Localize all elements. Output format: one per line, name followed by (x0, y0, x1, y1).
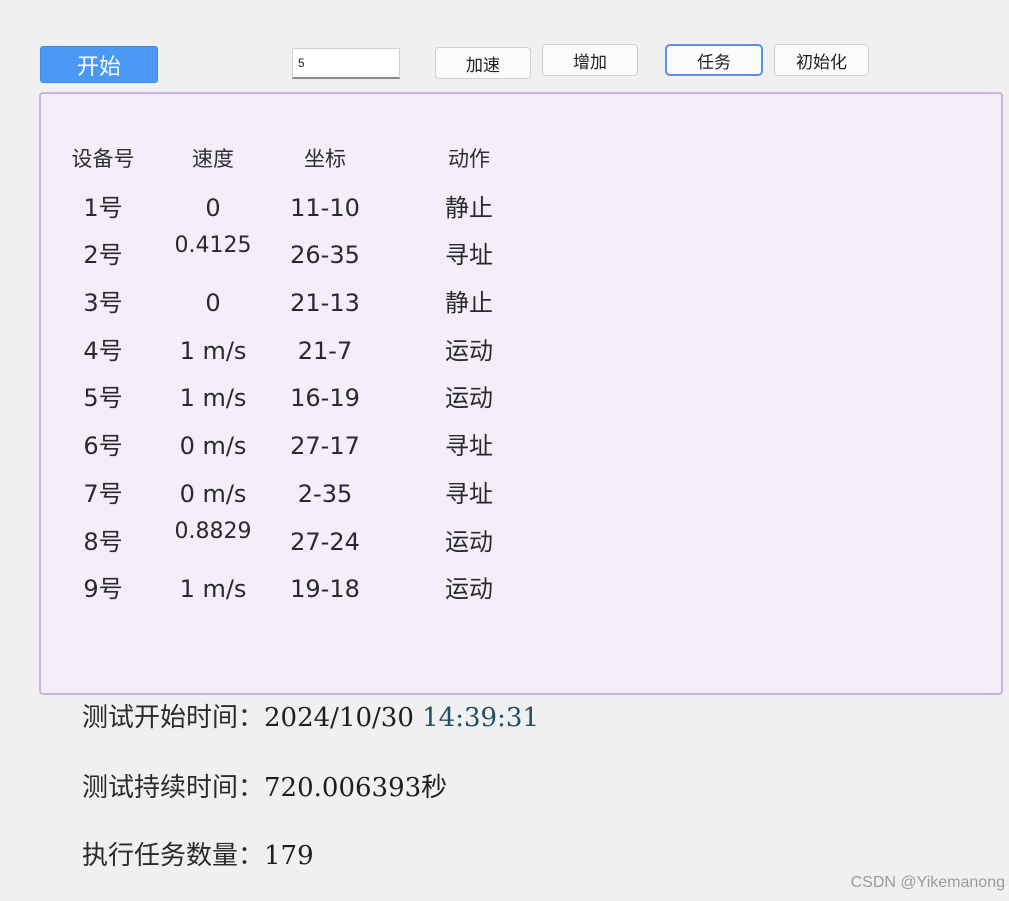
row-8-speed: 0.8829 (174, 519, 252, 544)
test-start-time-value: 14:39:31 (422, 703, 539, 733)
initialize-button[interactable]: 初始化 (774, 44, 869, 76)
header-coord: 坐标 (304, 147, 346, 171)
header-speed: 速度 (192, 147, 234, 171)
test-duration-value: 720.006393秒 (264, 773, 448, 803)
device-status-panel: 设备号 速度 坐标 动作 1号 0 11-10 静止 2号 0.4125 26-… (39, 92, 1003, 695)
row-7-device: 7号 (83, 480, 123, 508)
row-7-action: 寻址 (445, 480, 493, 508)
task-count-label: 执行任务数量： (82, 841, 265, 871)
test-duration: 测试持续时间：720.006393秒 (82, 775, 447, 801)
row-7-coord: 2-35 (297, 480, 353, 508)
row-2-speed: 0.4125 (174, 233, 252, 258)
row-6-coord: 27-17 (290, 432, 360, 460)
row-4-device: 4号 (83, 337, 123, 365)
start-button[interactable]: 开始 (40, 46, 158, 83)
row-7-speed: 0 m/s (179, 480, 247, 508)
row-1-speed: 0 (205, 194, 221, 222)
row-6-speed: 0 m/s (179, 432, 247, 460)
row-3-action: 静止 (445, 289, 493, 317)
row-2-coord: 26-35 (290, 241, 360, 269)
test-start-time-label: 测试开始时间： (82, 703, 265, 733)
row-8-coord: 27-24 (290, 528, 360, 556)
watermark: CSDN @Yikemanong (850, 874, 1005, 891)
row-1-coord: 11-10 (290, 194, 360, 222)
row-5-coord: 16-19 (290, 384, 360, 412)
row-2-action: 寻址 (445, 241, 493, 269)
row-8-device: 8号 (83, 528, 123, 556)
row-9-coord: 19-18 (290, 575, 360, 603)
header-action: 动作 (448, 147, 490, 171)
count-input[interactable] (292, 48, 400, 79)
row-5-speed: 1 m/s (179, 384, 247, 412)
row-1-action: 静止 (445, 194, 493, 222)
row-3-speed: 0 (205, 289, 221, 317)
row-3-coord: 21-13 (290, 289, 360, 317)
test-duration-label: 测试持续时间： (82, 773, 265, 803)
task-count-value: 179 (264, 841, 314, 871)
test-start-time-spacer (414, 703, 422, 733)
row-4-action: 运动 (445, 337, 493, 365)
header-device: 设备号 (71, 147, 135, 171)
task-count: 执行任务数量：179 (82, 843, 314, 869)
row-9-action: 运动 (445, 575, 493, 603)
row-4-speed: 1 m/s (179, 337, 247, 365)
row-8-action: 运动 (445, 528, 493, 556)
row-6-device: 6号 (83, 432, 123, 460)
row-6-action: 寻址 (445, 432, 493, 460)
row-3-device: 3号 (83, 289, 123, 317)
test-start-time: 测试开始时间：2024/10/30 14:39:31 (82, 705, 539, 731)
row-5-action: 运动 (445, 384, 493, 412)
accelerate-button[interactable]: 加速 (435, 47, 531, 79)
row-5-device: 5号 (83, 384, 123, 412)
row-1-device: 1号 (83, 194, 123, 222)
test-start-date-value: 2024/10/30 (264, 703, 414, 733)
row-4-coord: 21-7 (297, 337, 353, 365)
row-2-device: 2号 (83, 241, 123, 269)
row-9-device: 9号 (83, 575, 123, 603)
row-9-speed: 1 m/s (179, 575, 247, 603)
increase-button[interactable]: 增加 (542, 44, 638, 76)
task-button[interactable]: 任务 (665, 44, 763, 76)
